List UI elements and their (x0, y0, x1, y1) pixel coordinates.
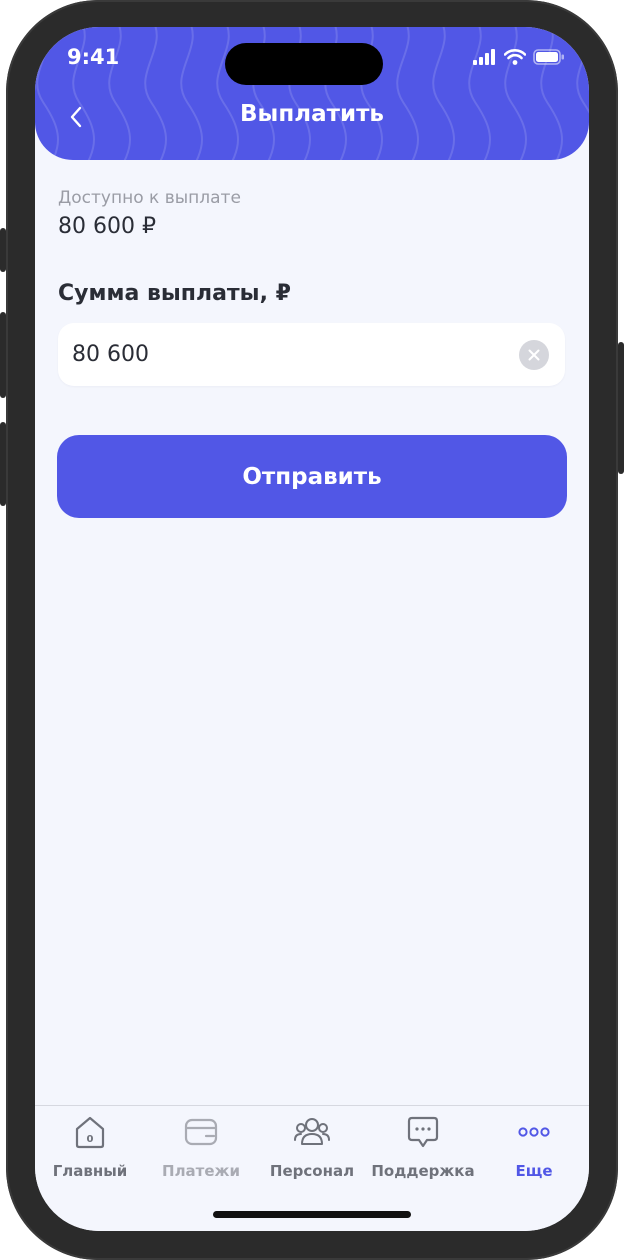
amount-label: Сумма выплаты, ₽ (58, 281, 291, 306)
tab-staff[interactable]: Персонал (257, 1114, 367, 1180)
page-title: Выплатить (240, 101, 384, 127)
tab-support-label: Поддержка (371, 1162, 475, 1180)
status-time: 9:41 (67, 45, 120, 69)
app-header: 9:41 Выплатить (35, 27, 589, 160)
tab-home-label: Главный (52, 1162, 128, 1180)
clear-input-button[interactable] (519, 340, 549, 370)
status-icons (473, 49, 565, 65)
submit-button[interactable]: Отправить (57, 435, 567, 518)
wifi-icon (504, 49, 526, 65)
tab-support[interactable]: Поддержка (368, 1114, 478, 1180)
home-icon: 0 (75, 1116, 105, 1149)
close-icon (528, 349, 540, 361)
svg-text:0: 0 (87, 1134, 94, 1145)
home-indicator (213, 1211, 411, 1218)
tab-payments[interactable]: Платежи (146, 1114, 256, 1180)
app-screen: 9:41 Выплатить Доступно к выплате 80 600… (35, 27, 589, 1231)
people-icon (294, 1118, 330, 1145)
chat-icon (407, 1116, 439, 1148)
tab-more[interactable]: Еще (479, 1114, 589, 1180)
tab-staff-label: Персонал (269, 1162, 355, 1180)
available-label: Доступно к выплате (58, 188, 241, 208)
volume-down-button (0, 422, 6, 506)
mute-switch (0, 228, 6, 272)
more-dots-icon (518, 1127, 550, 1137)
available-value: 80 600 ₽ (58, 214, 156, 239)
tab-more-label: Еще (515, 1162, 553, 1180)
battery-icon (533, 49, 564, 65)
signal-icon (473, 49, 495, 65)
power-button (618, 342, 624, 474)
volume-up-button (0, 312, 6, 398)
dynamic-island (225, 43, 383, 85)
tab-payments-label: Платежи (162, 1162, 240, 1180)
amount-field (58, 323, 565, 386)
wallet-icon (184, 1118, 218, 1146)
amount-input[interactable] (72, 323, 502, 386)
tab-home[interactable]: 0 Главный (35, 1114, 145, 1180)
